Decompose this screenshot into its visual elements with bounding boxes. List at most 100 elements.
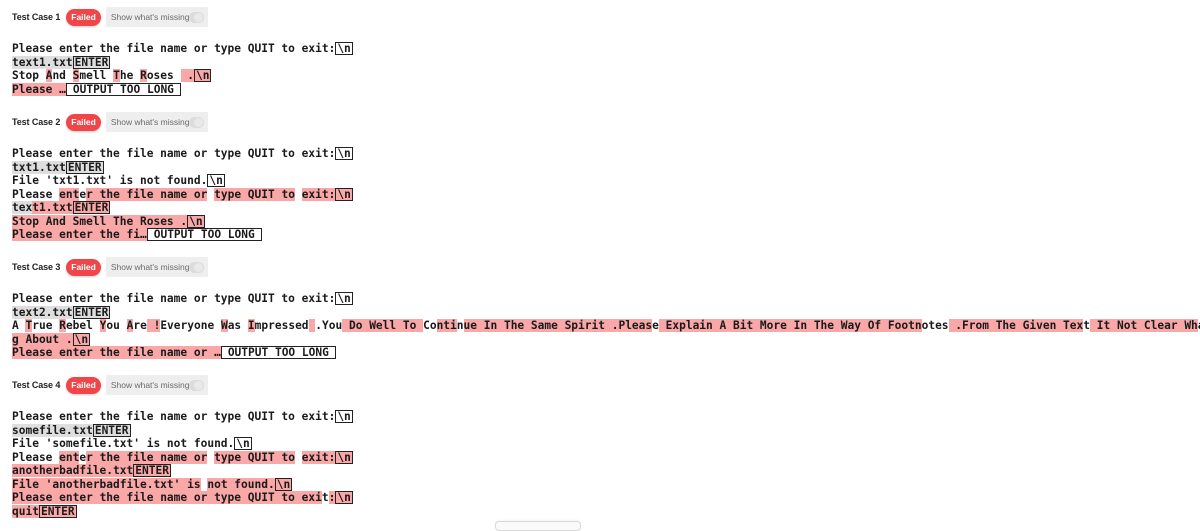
show-missing-toggle[interactable]: Show what's missing [105, 7, 208, 27]
test-case: Test Case 1 Failed Show what's missing Plea… [0, 7, 1200, 96]
newline-token: \n [335, 42, 353, 55]
enter-token: ENTER [72, 305, 111, 319]
toggle-knob [193, 380, 203, 390]
newline-token: \n [193, 69, 212, 82]
output-line: File 'somefile.txt' is not found. \n [12, 437, 1200, 451]
missing-text: : [328, 491, 336, 504]
missing-text: r the file name or [86, 187, 208, 201]
missing-text: R [140, 69, 147, 82]
missing-text: Footn [887, 319, 922, 332]
status-badge: Failed [66, 113, 101, 131]
toggle-switch[interactable] [189, 379, 204, 391]
output-line: text1.txt ENTER [12, 55, 1200, 70]
toggle-knob [193, 117, 203, 127]
output-text: Co [423, 319, 437, 332]
toggle-knob [193, 12, 203, 22]
show-missing-toggle[interactable]: Show what's missing [105, 112, 208, 132]
missing-text: The Same Spirit .Pleas [503, 319, 653, 332]
output-text: t [1083, 319, 1091, 332]
missing-text: nti [436, 319, 457, 332]
output-text: nd [52, 69, 73, 82]
test-case: Test Case 3 Failed Show what's missing Plea… [0, 257, 1200, 360]
output-text: oses [146, 69, 181, 82]
output-line: text1.txt ENTER [12, 201, 1200, 215]
output-line: Please enter the file name or … OUTPUT TO… [12, 346, 1200, 360]
output-line: somefile.txt ENTER [12, 423, 1200, 438]
missing-text: Not Clear Wh [1116, 319, 1198, 332]
newline-token: \n [187, 214, 205, 228]
output-text: e [652, 319, 659, 332]
missing-text: Please … [12, 82, 66, 96]
newline-token: \n [335, 292, 353, 305]
output-line: File 'anotherbadfile.txt' is not found. \… [12, 477, 1200, 492]
user-input-text: text1.txt [12, 55, 73, 69]
output-text: A [12, 319, 26, 332]
output-line: anotherbadfile.txt ENTER [12, 464, 1200, 478]
missing-text: The Way Of [813, 319, 888, 332]
output-line: File 'txt1.txt' is not found. \n [12, 174, 1200, 188]
output-line: quit ENTER [12, 504, 1200, 519]
output-line: Please enter the fi… OUTPUT TOO LONG [12, 228, 1200, 242]
toggle-switch[interactable] [189, 116, 204, 128]
output-text: Please enter the file name or type QUIT … [12, 292, 336, 305]
missing-text: anotherbadfile.txt [12, 464, 134, 477]
program-output: Please enter the file name or type QUIT … [0, 292, 1200, 360]
enter-token: ENTER [92, 423, 131, 437]
show-missing-label: Show what's missing [110, 12, 190, 22]
output-text: rue [32, 319, 60, 332]
output-line: g About . \n [12, 332, 1200, 347]
enter-token: ENTER [133, 464, 171, 477]
user-input-text: tex [12, 201, 33, 214]
user-input-text: text2.txt [12, 305, 73, 319]
output-too-long-marker: OUTPUT TOO LONG [220, 346, 336, 359]
output-line: Please … OUTPUT TOO LONG [12, 82, 1200, 97]
status-badge: Failed [66, 8, 101, 26]
missing-text: op And Smell The Roses . [25, 214, 188, 228]
test-case-header: Test Case 1 Failed Show what's missing [0, 7, 1200, 27]
missing-text: g About . [12, 332, 73, 346]
missing-text: ent [59, 187, 80, 201]
output-line: Please enter the file name or type QUIT … [12, 491, 1200, 505]
missing-text: ue In [463, 319, 504, 332]
toggle-switch[interactable] [189, 11, 204, 23]
user-input-text: txt1.txt [12, 160, 66, 174]
newline-token: \n [335, 450, 353, 464]
bottom-panel-handle[interactable] [495, 521, 581, 531]
enter-token: ENTER [72, 55, 111, 69]
missing-text: quit [12, 504, 39, 518]
user-input-text: somefile.txt [12, 423, 93, 437]
newline-token: \n [335, 147, 353, 160]
missing-text: It [1090, 319, 1117, 332]
output-text: mell [79, 69, 114, 82]
output-text: File 'txt1.txt' is not found. [12, 174, 208, 187]
missing-text: Do Well To [342, 319, 424, 332]
enter-token: ENTER [65, 160, 104, 174]
output-too-long-marker: OUTPUT TOO LONG [65, 82, 181, 96]
missing-text: T [113, 69, 120, 82]
test-case-label: Test Case 2 [12, 117, 61, 127]
test-case: Test Case 4 Failed Show what's missing Plea… [0, 375, 1200, 518]
show-missing-toggle[interactable]: Show what's missing [105, 257, 208, 277]
output-text: Everyone [160, 319, 221, 332]
output-line: Please enter the file name or type QUIT … [12, 450, 1200, 465]
status-badge: Failed [66, 258, 101, 276]
output-line: Stop And Smell The Roses . \n [12, 214, 1200, 229]
output-text: n [456, 319, 464, 332]
missing-text: r the file name or [86, 450, 208, 464]
test-case-label: Test Case 4 [12, 380, 61, 390]
missing-text: exit: [301, 187, 336, 201]
missing-text: type QUIT to [214, 450, 295, 464]
show-missing-toggle[interactable]: Show what's missing [105, 375, 208, 395]
test-case: Test Case 2 Failed Show what's missing Plea… [0, 112, 1200, 242]
toggle-switch[interactable] [189, 261, 204, 273]
missing-text: R [59, 319, 66, 332]
output-line: txt1.txt ENTER [12, 160, 1200, 175]
test-case-label: Test Case 3 [12, 262, 61, 272]
output-text: .You [315, 319, 343, 332]
newline-token: \n [207, 174, 225, 187]
test-case-header: Test Case 4 Failed Show what's missing [0, 375, 1200, 395]
output-text: Please [12, 450, 60, 464]
missing-text: Please enter the file name or … [12, 346, 221, 359]
